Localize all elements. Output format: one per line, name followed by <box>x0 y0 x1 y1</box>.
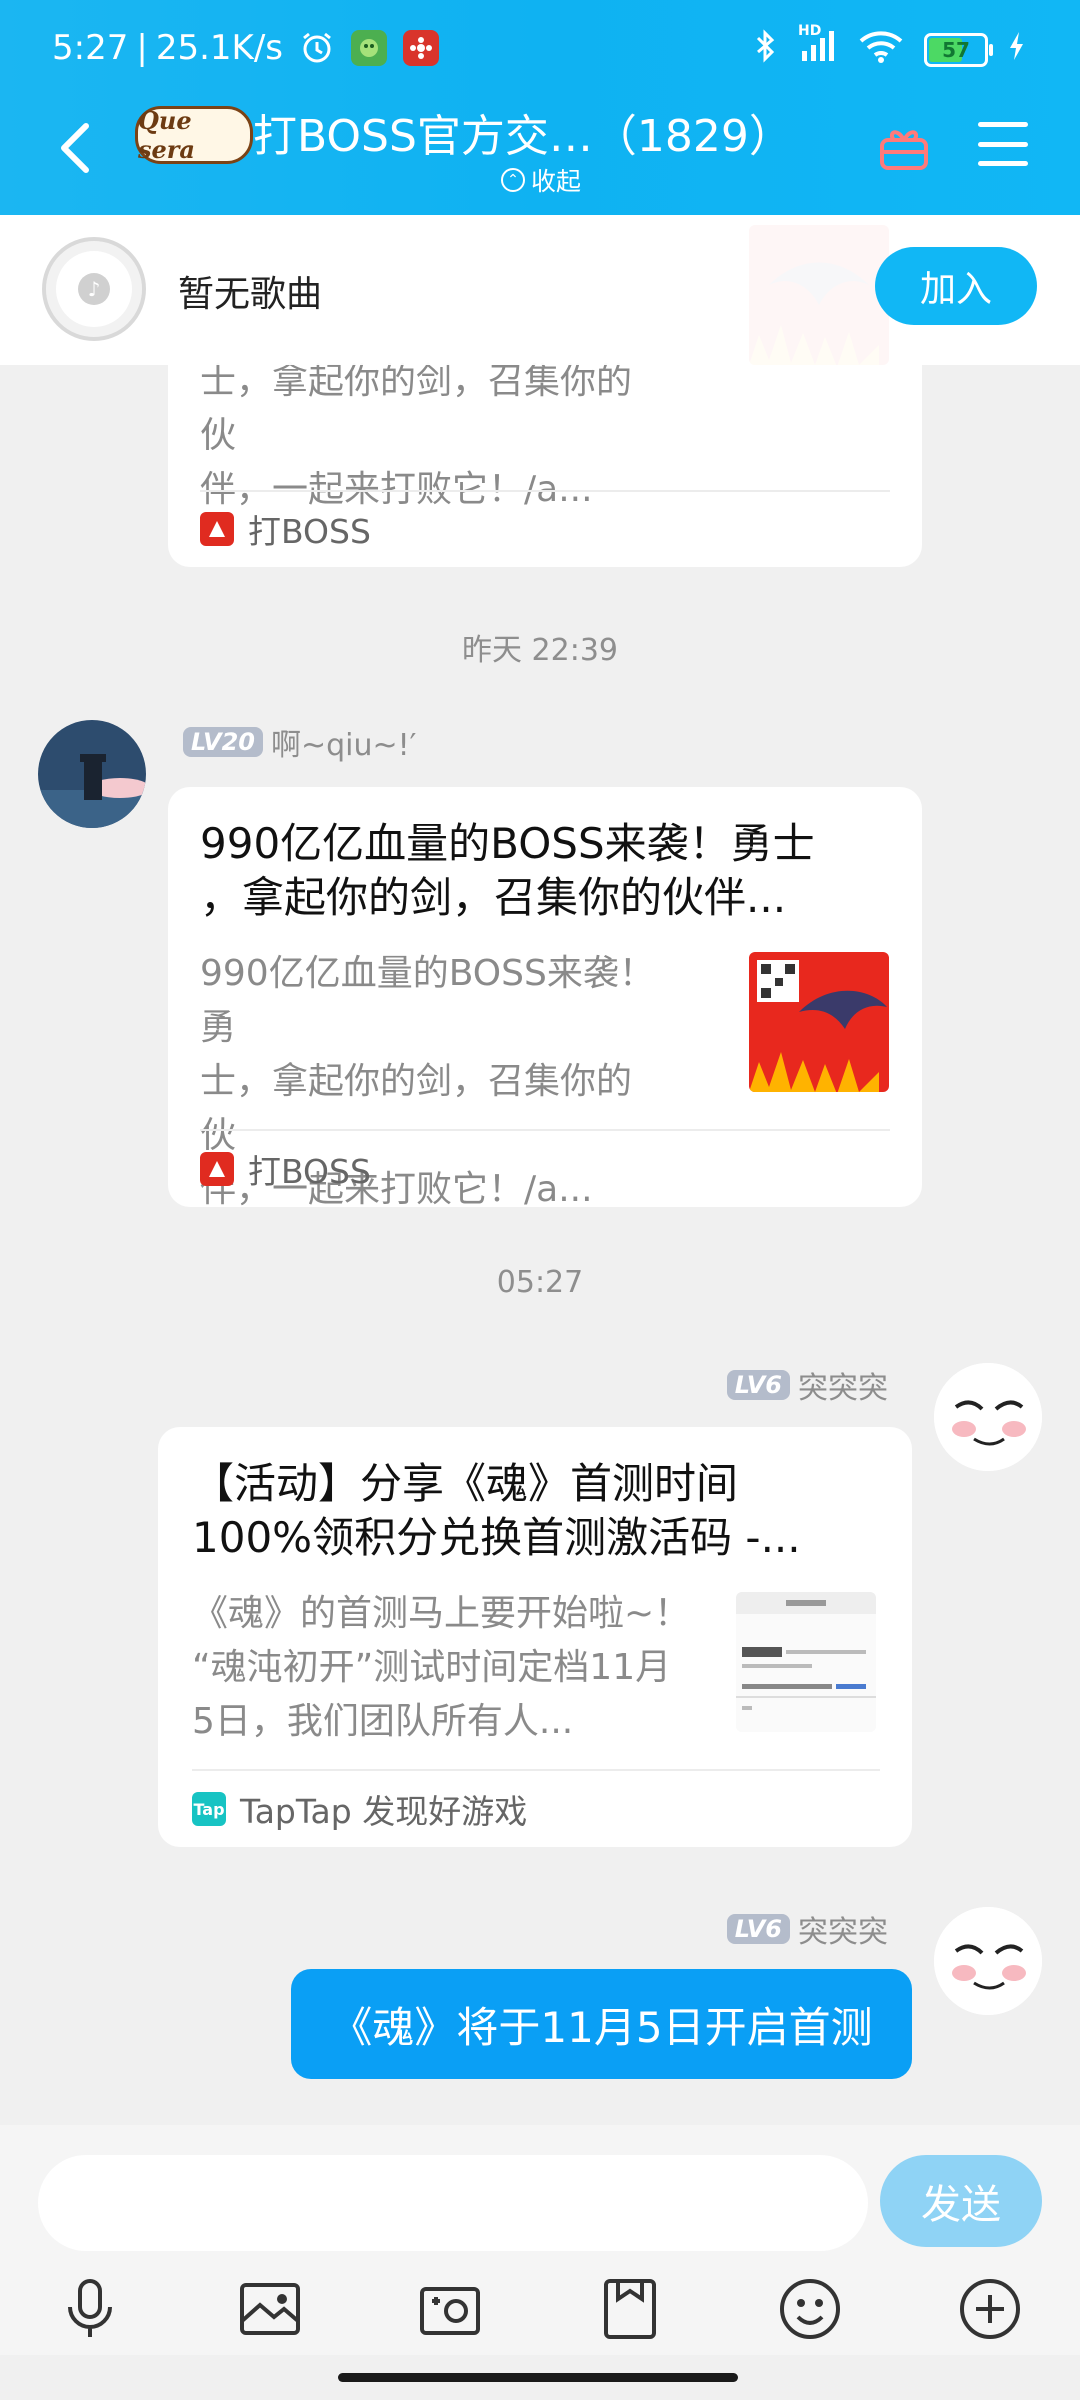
card-body-line: 5日，我们团队所有人... <box>192 1701 574 1742</box>
level-badge: LV6 <box>726 1370 790 1400</box>
back-arrow-icon <box>61 123 89 173</box>
timestamp: 昨天 22:39 <box>462 633 618 668</box>
collapse-toggle[interactable]: ⌃ 收起 <box>501 162 581 198</box>
card-source-label: 打BOSS <box>248 1152 371 1191</box>
card-body-line: 《魂》的首测马上要开始啦~！ <box>192 1593 691 1634</box>
gift-button[interactable] <box>876 118 932 174</box>
daboss-app-icon <box>200 1152 234 1186</box>
alarm-icon <box>299 30 335 66</box>
plus-icon <box>960 2279 1020 2339</box>
card-body-line: 990亿亿血量的BOSS来袭！勇 <box>200 953 655 1048</box>
bluetooth-icon <box>754 28 778 71</box>
text-message-bubble[interactable]: 《魂》将于11月5日开启首测 <box>291 1969 912 2079</box>
card-source: 打BOSS <box>200 505 371 553</box>
level-badge: LV6 <box>726 1914 790 1944</box>
sender-info: LV6 突突突 <box>726 1907 888 1951</box>
input-area: 发送 <box>0 2125 1080 2355</box>
menu-icon <box>978 122 1028 127</box>
card-title-line: ，拿起你的剑，召集你的伙伴... <box>200 873 787 922</box>
status-separator: | <box>136 28 148 68</box>
status-bar: 5:27 | 25.1K/s HD 57 <box>0 0 1080 100</box>
status-right: HD 57 <box>754 23 1026 71</box>
emoji-button[interactable] <box>774 2273 846 2345</box>
camera-icon <box>420 2287 480 2335</box>
card-thumbnail <box>749 952 889 1092</box>
status-time: 5:27 <box>52 28 129 68</box>
card-divider <box>192 1769 880 1771</box>
sender-name[interactable]: 突突突 <box>798 1907 888 1951</box>
sender-info: LV6 突突突 <box>726 1363 888 1407</box>
send-button[interactable]: 发送 <box>880 2155 1042 2247</box>
file-button[interactable] <box>594 2273 666 2345</box>
avatar[interactable] <box>934 1907 1042 2015</box>
shared-card[interactable]: 990亿亿血量的BOSS来袭！勇士 ，拿起你的剑，召集你的伙伴... 990亿亿… <box>168 787 922 1210</box>
chevron-up-icon: ⌃ <box>501 168 525 192</box>
status-left: 5:27 | 25.1K/s <box>52 28 439 68</box>
back-button[interactable] <box>52 118 102 178</box>
card-body: 士，拿起你的剑，召集你的伙 伴，一起来打败它！/a... <box>200 355 660 517</box>
collapse-label: 收起 <box>531 167 582 196</box>
avatar[interactable] <box>934 1363 1042 1471</box>
image-button[interactable] <box>234 2273 306 2345</box>
card-body-line: “魂沌初开”测试时间定档11月 <box>192 1647 672 1688</box>
input-toolbar <box>0 2273 1080 2353</box>
chat-message-list[interactable]: 士，拿起你的剑，召集你的伙 伴，一起来打败它！/a... 打BOSS 昨天 22… <box>0 215 1080 2125</box>
card-title-line: 990亿亿血量的BOSS来袭！勇士 <box>200 819 815 868</box>
song-status: 暂无歌曲 <box>178 274 323 315</box>
charging-icon <box>1008 31 1026 68</box>
music-note-icon: ♪ <box>78 273 110 305</box>
card-source: 打BOSS <box>200 1145 371 1193</box>
wifi-icon <box>858 29 904 70</box>
app-notification-icon <box>351 30 387 66</box>
signal-icon: HD <box>798 23 838 70</box>
card-source-label: TapTap 发现好游戏 <box>240 1792 528 1831</box>
music-disc[interactable]: ♪ <box>42 237 146 341</box>
emoji-icon <box>780 2279 840 2339</box>
flower-app-icon <box>403 30 439 66</box>
daboss-app-icon <box>200 512 234 546</box>
group-logo: Que sera <box>135 106 253 164</box>
menu-button[interactable] <box>978 122 1028 166</box>
chat-title-area[interactable]: Que sera 打BOSS官方交…（1829） ⌃ 收起 <box>135 100 793 200</box>
home-indicator[interactable] <box>338 2373 738 2382</box>
gift-icon <box>880 130 928 170</box>
timestamp: 05:27 <box>496 1265 584 1300</box>
chat-header: 5:27 | 25.1K/s HD 57 Que sera 打BOSS官方交…（… <box>0 0 1080 215</box>
card-divider <box>200 1129 890 1131</box>
battery-level: 57 <box>942 37 970 62</box>
level-badge: LV20 <box>183 727 263 757</box>
chat-title: 打BOSS官方交…（1829） <box>253 111 793 162</box>
message-input[interactable] <box>38 2155 868 2251</box>
card-source: Tap TapTap 发现好游戏 <box>192 1785 527 1833</box>
sender-name[interactable]: 啊~qiu~!′ <box>271 720 417 764</box>
card-title-line: 【活动】分享《魂》首测时间 <box>192 1459 739 1508</box>
card-source-label: 打BOSS <box>248 512 371 551</box>
card-title-line: 100%领积分兑换首测激活码 -... <box>192 1513 801 1562</box>
card-title: 990亿亿血量的BOSS来袭！勇士 ，拿起你的剑，召集你的伙伴... <box>200 817 882 925</box>
more-button[interactable] <box>954 2273 1026 2345</box>
avatar[interactable] <box>38 720 146 828</box>
file-icon <box>604 2279 656 2339</box>
sender-info: LV20 啊~qiu~!′ <box>183 720 416 764</box>
shared-card[interactable]: 【活动】分享《魂》首测时间 100%领积分兑换首测激活码 -... 《魂》的首测… <box>158 1427 912 1847</box>
camera-button[interactable] <box>414 2273 486 2345</box>
network-speed: 25.1K/s <box>155 28 283 68</box>
voice-button[interactable] <box>54 2273 126 2345</box>
card-body: 《魂》的首测马上要开始啦~！ “魂沌初开”测试时间定档11月 5日，我们团队所有… <box>192 1587 692 1749</box>
card-thumbnail <box>736 1592 876 1732</box>
card-title: 【活动】分享《魂》首测时间 100%领积分兑换首测激活码 -... <box>192 1457 872 1565</box>
taptap-app-icon: Tap <box>192 1792 226 1826</box>
hd-label: HD <box>798 23 822 39</box>
card-body-line: 士，拿起你的剑，召集你的伙 <box>200 361 633 456</box>
card-divider <box>200 490 890 492</box>
image-icon <box>240 2283 300 2335</box>
microphone-icon <box>68 2279 112 2337</box>
battery-indicator: 57 <box>924 32 993 67</box>
join-button[interactable]: 加入 <box>875 247 1037 325</box>
sender-name[interactable]: 突突突 <box>798 1363 888 1407</box>
music-bar: ♪ 暂无歌曲 加入 <box>0 215 1080 365</box>
